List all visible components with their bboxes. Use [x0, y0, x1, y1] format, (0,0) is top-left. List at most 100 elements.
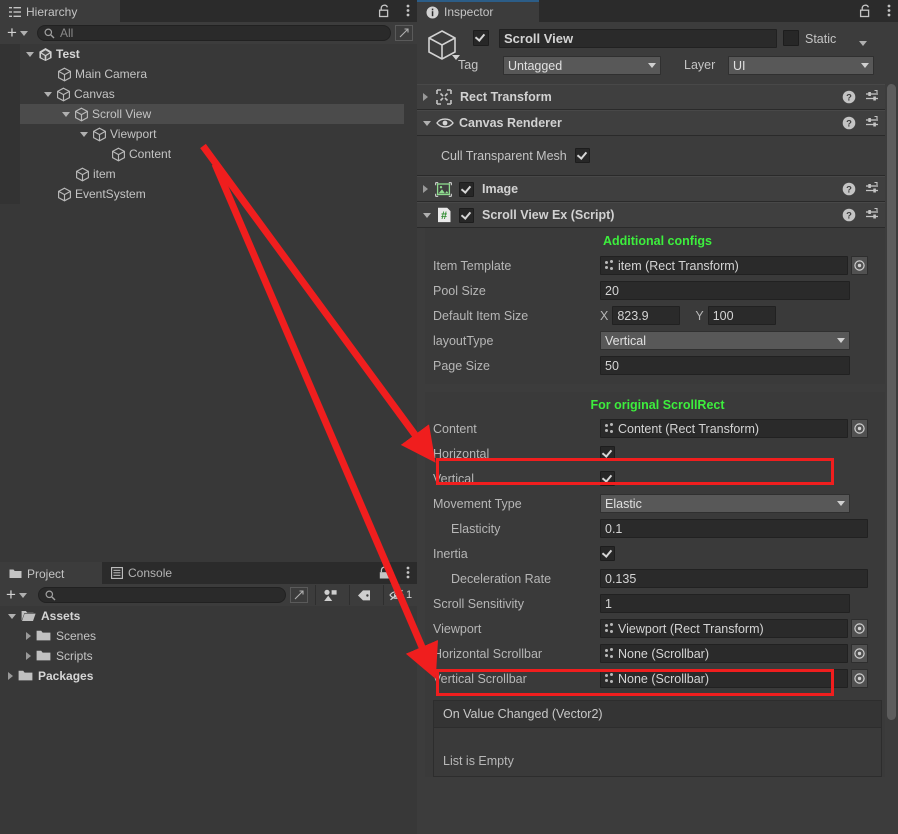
checkbox-field[interactable] [600, 471, 615, 486]
hierarchy-item-test[interactable]: Test [0, 44, 417, 64]
project-create-button[interactable]: + [0, 586, 34, 603]
search-expand-icon[interactable] [290, 587, 308, 603]
component-header-canvas-renderer[interactable]: Canvas Renderer ? [417, 110, 898, 136]
text-field[interactable]: 0.1 [600, 519, 868, 538]
cull-transparent-mesh-checkbox[interactable] [574, 148, 590, 163]
kebab-menu-icon[interactable] [887, 3, 891, 20]
event-list-header: On Value Changed (Vector2) [434, 701, 881, 728]
object-picker-button[interactable] [851, 619, 868, 638]
object-picker-button[interactable] [851, 669, 868, 688]
dropdown-field[interactable]: Vertical [600, 331, 850, 350]
expand-arrow-icon[interactable] [423, 185, 428, 193]
search-expand-icon[interactable] [395, 25, 413, 41]
object-field[interactable]: None (Scrollbar) [600, 669, 848, 688]
static-dropdown-icon[interactable] [859, 35, 867, 49]
script-enabled-checkbox[interactable] [459, 207, 474, 223]
checkbox-field[interactable] [600, 546, 615, 561]
gameobject-icon [56, 87, 71, 102]
expand-arrow-icon[interactable] [8, 672, 13, 680]
property-label: Scroll Sensitivity [433, 596, 524, 611]
object-field[interactable]: None (Scrollbar) [600, 644, 848, 663]
object-field[interactable]: Viewport (Rect Transform) [600, 619, 848, 638]
hierarchy-item-viewport[interactable]: Viewport [0, 124, 417, 144]
help-icon[interactable]: ? [842, 90, 856, 104]
hierarchy-scrollbar[interactable] [404, 44, 417, 562]
preset-icon[interactable] [865, 89, 879, 104]
hierarchy-item-scroll-view[interactable]: Scroll View [0, 104, 417, 124]
collapse-arrow-icon[interactable] [62, 111, 70, 117]
object-picker-button[interactable] [851, 419, 868, 438]
object-picker-button[interactable] [851, 256, 868, 275]
help-icon[interactable]: ? [842, 208, 856, 222]
project-item-assets[interactable]: Assets [0, 606, 417, 626]
hierarchy-item-item[interactable]: item [0, 164, 417, 184]
project-item-scenes[interactable]: Scenes [0, 626, 417, 646]
inspector-scrollbar[interactable] [885, 22, 898, 834]
inspector-scrollbar-thumb[interactable] [887, 84, 896, 720]
help-icon[interactable]: ? [842, 116, 856, 130]
lock-open-icon[interactable] [378, 4, 391, 21]
tab-project[interactable]: Project [0, 562, 102, 584]
object-field[interactable]: item (Rect Transform) [600, 256, 848, 275]
collapse-arrow-icon[interactable] [80, 131, 88, 137]
additional-configs-title: Additional configs [602, 234, 713, 248]
dropdown-field[interactable]: Elastic [600, 494, 850, 513]
hierarchy-search-text: All [59, 26, 74, 40]
expand-arrow-icon[interactable] [26, 652, 31, 660]
text-field[interactable]: 50 [600, 356, 850, 375]
property-row-viewport: Viewport Viewport (Rect Transform) [425, 616, 890, 641]
preset-icon[interactable] [865, 181, 879, 196]
hierarchy-toolbar: + All [0, 22, 417, 44]
vector-x-field[interactable]: 823.9 [612, 306, 681, 325]
hierarchy-item-main-camera[interactable]: Main Camera [0, 64, 417, 84]
expand-arrow-icon[interactable] [26, 632, 31, 640]
hierarchy-item-content[interactable]: Content [0, 144, 417, 164]
collapse-arrow-icon[interactable] [44, 91, 52, 97]
collapse-arrow-icon[interactable] [423, 212, 431, 218]
tag-label: Tag [458, 58, 479, 72]
component-header-image[interactable]: Image ? [417, 176, 898, 202]
object-field[interactable]: Content (Rect Transform) [600, 419, 848, 438]
create-menu-button[interactable]: + [4, 24, 33, 41]
lock-closed-icon[interactable] [378, 566, 391, 583]
preset-icon[interactable] [865, 207, 879, 222]
layer-dropdown[interactable]: UI [728, 56, 874, 75]
gameobject-icon[interactable] [425, 28, 460, 65]
text-field[interactable]: 0.135 [600, 569, 868, 588]
label-filter-icon[interactable] [349, 585, 379, 605]
project-item-packages[interactable]: Packages [0, 666, 417, 686]
kebab-menu-icon[interactable] [406, 565, 410, 582]
preset-icon[interactable] [865, 115, 879, 130]
vector-y-field[interactable]: 100 [707, 306, 776, 325]
hierarchy-icon [9, 6, 21, 18]
gameobject-enabled-checkbox[interactable] [473, 30, 489, 49]
gameobject-name-field[interactable]: Scroll View [499, 29, 777, 48]
text-field[interactable]: 1 [600, 594, 850, 613]
tag-dropdown[interactable]: Untagged [503, 56, 661, 75]
image-enabled-checkbox[interactable] [459, 181, 474, 197]
visibility-toggle[interactable]: 1 [383, 585, 417, 605]
collapse-arrow-icon[interactable] [423, 120, 431, 126]
lock-open-icon[interactable] [859, 4, 872, 21]
project-item-scripts[interactable]: Scripts [0, 646, 417, 666]
hierarchy-item-eventsystem[interactable]: EventSystem [0, 184, 417, 204]
hierarchy-item-canvas[interactable]: Canvas [0, 84, 417, 104]
hierarchy-search-input[interactable]: All [36, 25, 391, 41]
static-label: Static [805, 32, 837, 46]
help-icon[interactable]: ? [842, 182, 856, 196]
collapse-arrow-icon[interactable] [8, 613, 16, 619]
collapse-arrow-icon[interactable] [26, 51, 34, 57]
expand-arrow-icon[interactable] [423, 93, 428, 101]
object-picker-button[interactable] [851, 644, 868, 663]
text-field[interactable]: 20 [600, 281, 850, 300]
component-header-rect-transform[interactable]: Rect Transform ? [417, 84, 898, 110]
kebab-menu-icon[interactable] [406, 3, 410, 20]
tab-console[interactable]: Console [102, 562, 206, 584]
tab-inspector[interactable]: Inspector [417, 0, 539, 22]
project-search-input[interactable] [37, 587, 286, 603]
checkbox-field[interactable] [600, 446, 615, 461]
asset-filter-icon[interactable] [315, 585, 345, 605]
tab-hierarchy[interactable]: Hierarchy [0, 0, 120, 22]
static-checkbox[interactable] [783, 30, 799, 49]
component-header-scroll-view-ex[interactable]: # Scroll View Ex (Script) ? [417, 202, 898, 228]
